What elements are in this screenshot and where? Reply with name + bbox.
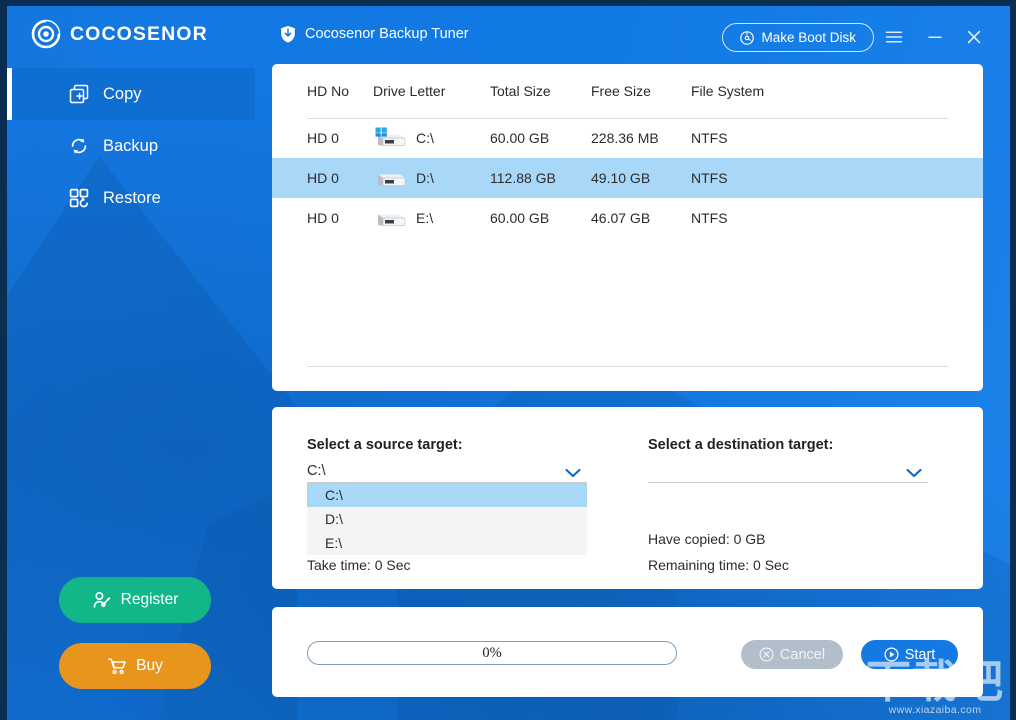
table-row[interactable]: HD 0 D:\ 112.88 GB 49.10 GB NTFS [272, 158, 983, 198]
source-target-dropdown-list[interactable]: C:\ D:\ E:\ [307, 483, 587, 555]
sidebar-item-label: Copy [103, 84, 142, 103]
start-button[interactable]: Start [861, 640, 958, 669]
drives-table: HD No Drive Letter Total Size Free Size … [272, 64, 983, 367]
dropdown-option[interactable]: E:\ [307, 531, 587, 555]
hard-drive-icon [373, 167, 407, 189]
titlebar: Cocosenor Backup Tuner Make Boot Disk [255, 6, 1010, 62]
sidebar-item-copy[interactable]: Copy [7, 68, 255, 120]
column-header-total-size: Total Size [490, 83, 551, 99]
buy-button[interactable]: Buy [59, 643, 211, 689]
cocosenor-logo-icon [31, 19, 61, 49]
shield-download-icon [281, 25, 295, 43]
drive-letter-label: D:\ [416, 170, 434, 186]
copy-icon [68, 83, 90, 105]
chevron-down-icon[interactable] [904, 466, 924, 480]
cell-free-size: 46.07 GB [591, 210, 651, 226]
table-header-divider [307, 118, 948, 119]
cell-file-system: NTFS [691, 170, 728, 186]
cell-hd-no: HD 0 [307, 210, 339, 226]
table-bottom-divider [307, 366, 948, 367]
brand-logo: COCOSENOR [7, 6, 255, 62]
restore-grid-icon [68, 187, 90, 209]
application-window: COCOSENOR Copy Backup Restore Register B… [7, 6, 1010, 720]
drive-letter-label: E:\ [416, 210, 434, 226]
disc-icon [740, 30, 755, 45]
cell-hd-no: HD 0 [307, 130, 339, 146]
cancel-circle-icon [759, 647, 774, 662]
cell-file-system: NTFS [691, 210, 728, 226]
app-title: Cocosenor Backup Tuner [305, 26, 469, 42]
hard-drive-windows-icon [373, 127, 407, 149]
remaining-time-status: Remaining time: 0 Sec [648, 557, 789, 573]
cell-total-size: 60.00 GB [490, 210, 550, 226]
app-root: COCOSENOR Copy Backup Restore Register B… [0, 0, 1016, 720]
cancel-button[interactable]: Cancel [741, 640, 843, 669]
sidebar-item-label: Backup [103, 136, 159, 155]
register-button-label: Register [120, 591, 179, 608]
sidebar-item-restore[interactable]: Restore [7, 172, 255, 224]
cell-total-size: 112.88 GB [490, 170, 556, 186]
brand-name: COCOSENOR [70, 22, 208, 45]
column-header-free-size: Free Size [591, 83, 651, 99]
dropdown-option[interactable]: D:\ [307, 507, 587, 531]
minimize-icon[interactable] [922, 25, 948, 49]
table-row[interactable]: HD 0 E:\ 60.00 GB 46.07 GB NTFS [272, 198, 983, 238]
play-circle-icon [884, 647, 899, 662]
cell-free-size: 49.10 GB [591, 170, 651, 186]
close-icon[interactable] [961, 25, 987, 49]
make-boot-disk-button[interactable]: Make Boot Disk [722, 23, 874, 52]
sidebar-item-backup[interactable]: Backup [7, 120, 255, 172]
destination-target-select[interactable] [648, 457, 928, 483]
buy-button-label: Buy [136, 657, 163, 674]
source-target-value: C:\ [307, 463, 326, 479]
take-time-status: Take time: 0 Sec [307, 557, 411, 573]
column-header-hd-no: HD No [307, 83, 350, 99]
sidebar-nav: Copy Backup Restore [7, 68, 255, 224]
progress-bar-label: 0% [482, 644, 502, 661]
hamburger-menu-icon[interactable] [881, 25, 907, 49]
make-boot-disk-label: Make Boot Disk [761, 30, 856, 45]
cell-total-size: 60.00 GB [490, 130, 550, 146]
start-button-label: Start [904, 646, 936, 663]
table-row[interactable]: HD 0 C:\ 60.00 GB 228.36 MB NTFS [272, 118, 983, 158]
sidebar-item-label: Restore [103, 188, 161, 207]
hard-drive-icon [373, 207, 407, 229]
drives-table-card: HD No Drive Letter Total Size Free Size … [272, 64, 983, 391]
have-copied-status: Have copied: 0 GB [648, 531, 766, 547]
register-button[interactable]: Register [59, 577, 211, 623]
source-target-select[interactable]: C:\ [307, 457, 587, 483]
backup-sync-icon [68, 135, 90, 157]
column-header-file-system: File System [691, 83, 765, 99]
cell-free-size: 228.36 MB [591, 130, 659, 146]
progress-bar: 0% [307, 641, 677, 665]
cell-drive-letter: D:\ [373, 167, 490, 189]
cell-drive-letter: C:\ [373, 127, 490, 149]
action-bar-card: 0% Cancel Start [272, 607, 983, 697]
cell-file-system: NTFS [691, 130, 728, 146]
table-header-row: HD No Drive Letter Total Size Free Size … [272, 64, 983, 118]
cancel-button-label: Cancel [779, 646, 826, 663]
shopping-cart-icon [107, 656, 127, 676]
source-target-label: Select a source target: [307, 437, 463, 453]
dropdown-option[interactable]: C:\ [307, 483, 587, 507]
destination-target-label: Select a destination target: [648, 437, 834, 453]
sidebar: COCOSENOR Copy Backup Restore Register B… [7, 6, 255, 720]
column-header-drive-letter: Drive Letter [373, 83, 446, 99]
drive-letter-label: C:\ [416, 130, 434, 146]
cell-drive-letter: E:\ [373, 207, 490, 229]
chevron-down-icon[interactable] [563, 466, 583, 480]
watermark-url: www.xiazaiba.com [888, 704, 982, 716]
cell-hd-no: HD 0 [307, 170, 339, 186]
user-add-icon [92, 590, 112, 610]
